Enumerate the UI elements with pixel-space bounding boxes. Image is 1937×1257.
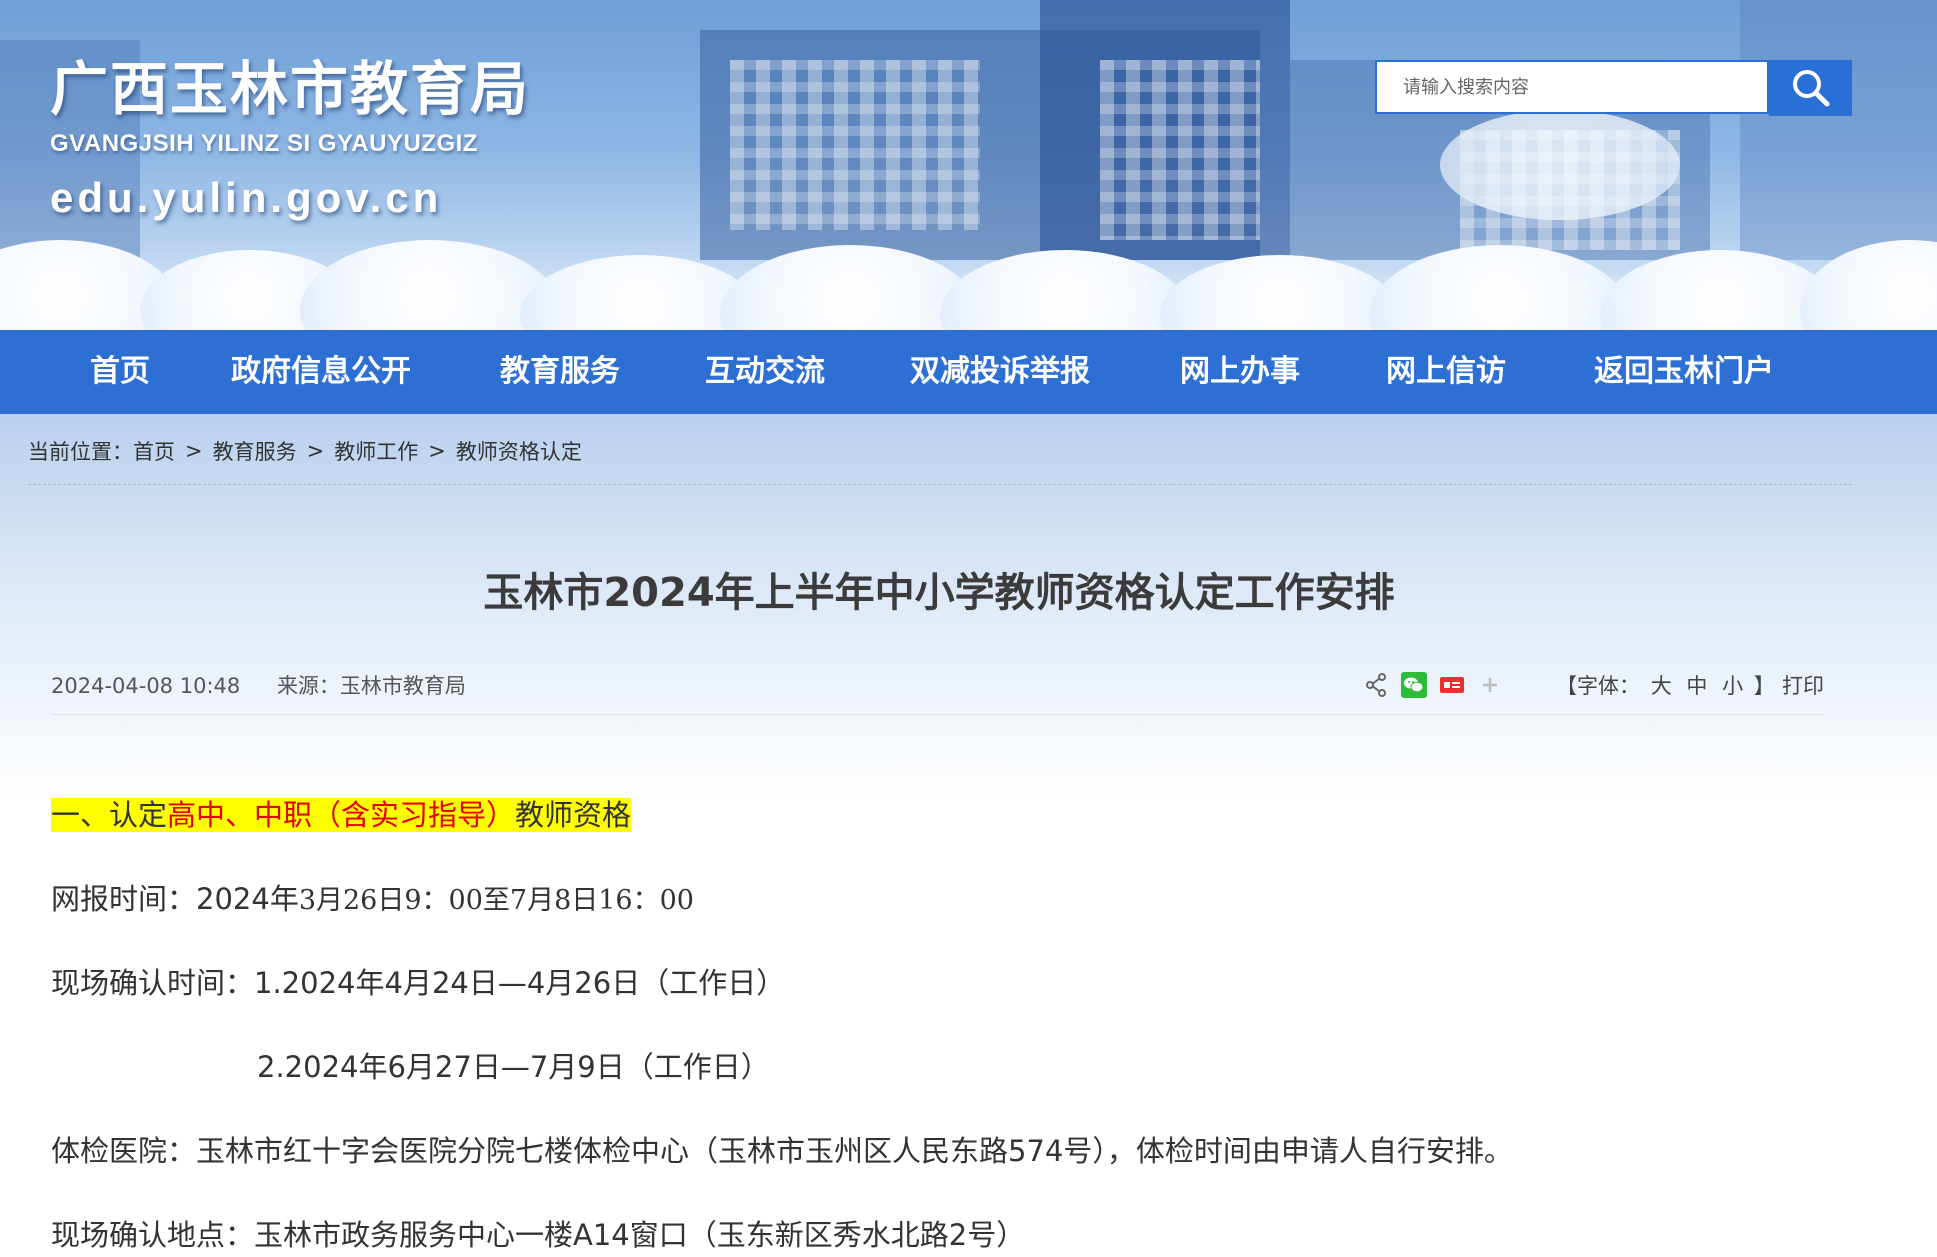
breadcrumb: 当前位置： 首页 > 教育服务 > 教师工作 > 教师资格认定 [28,436,582,466]
onsite-confirm-time-2: 2.2024年6月27日—7月9日（工作日） [257,1050,770,1084]
onsite-confirm-place: 现场确认地点：玉林市政务服务中心一楼A14窗口（玉东新区秀水北路2号） [51,1218,1026,1252]
article-date: 2024-04-08 10:48 [51,674,241,698]
share-icon[interactable] [1363,672,1389,698]
section-heading-prefix: 一、认定 [51,798,168,832]
breadcrumb-divider [28,484,1852,485]
font-size-label: 【字体： [1556,674,1640,698]
online-year: 2024年 [196,882,299,916]
breadcrumb-separator: > [185,439,203,463]
article-title: 玉林市2024年上半年中小学教师资格认定工作安排 [483,570,1395,616]
section-heading-1: 一、认定高中、中职（含实习指导）教师资格 [51,792,632,834]
search-icon [1792,70,1829,107]
medical-hospital: 体检医院：玉林市红十字会医院分院七楼体检中心（玉林市玉州区人民东路574号），体… [51,1134,1513,1168]
onsite-confirm-time: 现场确认时间：1.2024年4月24日—4月26日（工作日） [51,960,785,1002]
nav-item-online-petition[interactable]: 网上信访 [1386,330,1506,414]
breadcrumb-separator: > [306,439,325,463]
breadcrumb-separator: > [428,439,446,463]
cloud [1160,255,1400,330]
meta-divider [51,714,1825,715]
font-size-medium[interactable]: 中 [1686,674,1707,698]
main-nav: 首页 政府信息公开 教育服务 互动交流 双减投诉举报 网上办事 网上信访 返回玉… [0,330,1937,414]
site-logo-title: 广西玉林市教育局 [50,55,531,123]
banner-building-far-right [1740,0,1937,260]
font-size-large[interactable]: 大 [1651,674,1672,698]
breadcrumb-link-teacher-work[interactable]: 教师工作 [334,436,418,466]
wechat-icon[interactable] [1401,672,1427,698]
breadcrumb-prefix: 当前位置： [28,440,133,464]
section-heading-highlight: 高中、中职（含实习指导） [167,798,516,832]
nav-item-home[interactable]: 首页 [90,330,150,414]
print-button[interactable]: 打印 [1782,670,1824,700]
nav-item-back-portal[interactable]: 返回玉林门户 [1594,330,1774,414]
toutiao-icon[interactable] [1439,672,1465,698]
online-registration-time: 网报时间：2024年3月26日9：00至7月8日16：00 [51,876,694,918]
nav-item-double-reduction[interactable]: 双减投诉举报 [910,330,1090,414]
cloud [1440,110,1680,220]
font-size-control: 【字体： 大 中 小 】 [1556,670,1775,700]
breadcrumb-link-edu-service[interactable]: 教育服务 [213,436,297,466]
nav-item-interaction[interactable]: 互动交流 [705,330,825,414]
search-button[interactable] [1769,60,1852,116]
plus-icon[interactable] [1477,672,1503,698]
font-size-end: 】 [1753,674,1775,698]
share-bar [1363,668,1503,702]
confirm-time-1: 1.2024年4月24日—4月26日（工作日） [254,966,786,1000]
breadcrumb-link-home[interactable]: 首页 [133,436,175,466]
nav-item-edu-service[interactable]: 教育服务 [500,330,620,414]
section-heading-suffix: 教师资格 [515,798,632,832]
site-domain: edu.yulin.gov.cn [50,174,443,221]
article-source: 来源：玉林市教育局 [276,674,466,698]
font-size-small[interactable]: 小 [1722,674,1743,698]
article-meta: 2024-04-08 10:48 来源：玉林市教育局 [51,670,496,700]
nav-item-online-service[interactable]: 网上办事 [1180,330,1300,414]
site-logo-subtitle: GVANGJSIH YILINZ SI GYAUYUZGIZ [50,130,478,157]
online-period: 3月26日9：00至7月8日16：00 [298,885,694,916]
banner-tower-windows [1100,60,1260,240]
confirm-time-label: 现场确认时间： [51,966,255,1000]
nav-item-gov-info[interactable]: 政府信息公开 [231,330,411,414]
banner-building-windows [730,60,980,230]
header-banner: 广西玉林市教育局 GVANGJSIH YILINZ SI GYAUYUZGIZ … [0,0,1937,330]
online-label: 网报时间： [51,882,197,916]
cloud [940,250,1190,330]
breadcrumb-link-teacher-qualification[interactable]: 教师资格认定 [456,436,582,466]
search-input[interactable] [1375,60,1769,114]
